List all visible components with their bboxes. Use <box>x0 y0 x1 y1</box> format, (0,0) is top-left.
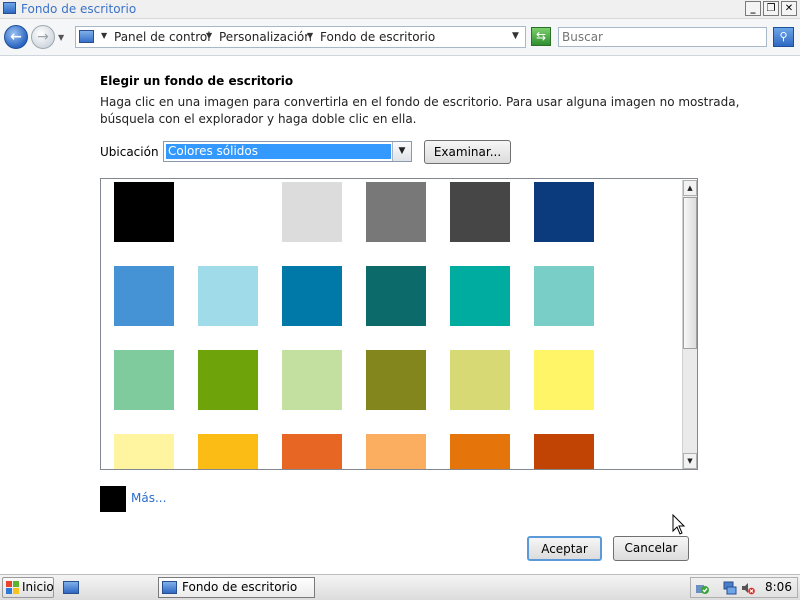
location-label: Ubicación <box>100 145 159 159</box>
taskbar-window-label: Fondo de escritorio <box>182 580 298 594</box>
color-swatch[interactable] <box>198 350 258 410</box>
network-icon[interactable] <box>723 581 737 595</box>
breadcrumb-item[interactable]: Fondo de escritorio <box>320 29 435 45</box>
color-swatch-list <box>100 178 698 470</box>
breadcrumb-arrow-icon[interactable]: ▼ <box>206 31 212 40</box>
mouse-cursor-icon <box>672 514 686 535</box>
control-panel-icon <box>79 30 94 43</box>
breadcrumb-item[interactable]: Panel de control <box>114 29 211 45</box>
breadcrumb[interactable]: ▼ Panel de control ▼ Personalización ▼ F… <box>75 26 526 48</box>
scroll-up-icon[interactable]: ▲ <box>683 180 697 196</box>
breadcrumb-arrow-icon[interactable]: ▼ <box>101 31 107 40</box>
color-swatch[interactable] <box>534 434 594 469</box>
security-shield-icon[interactable] <box>695 581 709 595</box>
accept-button[interactable]: Aceptar <box>527 536 602 561</box>
search-icon[interactable]: ⚲ <box>773 27 794 47</box>
location-selected-value: Colores sólidos <box>166 144 391 159</box>
breadcrumb-arrow-icon[interactable]: ▼ <box>307 31 313 40</box>
color-swatch[interactable] <box>450 182 510 242</box>
restore-button[interactable]: ❐ <box>763 1 779 16</box>
color-swatch[interactable] <box>114 266 174 326</box>
description-text: Haga clic en una imagen para convertirla… <box>100 95 740 109</box>
search-box[interactable] <box>558 27 770 47</box>
color-swatch[interactable] <box>198 434 258 469</box>
color-swatch[interactable] <box>282 350 342 410</box>
show-desktop-icon[interactable] <box>63 581 79 594</box>
close-button[interactable]: ✕ <box>781 1 797 16</box>
recent-pages-dropdown-icon[interactable]: ▼ <box>58 33 64 42</box>
taskbar: Inicio Fondo de escritorio 8:06 <box>0 574 800 600</box>
more-colors-link[interactable]: Más... <box>131 491 166 505</box>
back-button[interactable]: ← <box>4 25 28 49</box>
search-input[interactable] <box>559 28 770 46</box>
color-swatch[interactable] <box>366 350 426 410</box>
color-swatch[interactable] <box>198 182 258 242</box>
vertical-scrollbar[interactable]: ▲ ▼ <box>682 180 697 469</box>
color-swatch[interactable] <box>450 350 510 410</box>
window-icon <box>3 2 16 14</box>
refresh-button[interactable]: ⇆ <box>531 27 551 46</box>
scroll-down-icon[interactable]: ▼ <box>683 453 697 469</box>
color-swatch[interactable] <box>198 266 258 326</box>
page-title: Elegir un fondo de escritorio <box>100 74 294 88</box>
system-tray: 8:06 <box>690 577 798 598</box>
windows-logo-icon <box>6 581 19 594</box>
chevron-down-icon[interactable]: ▼ <box>392 142 411 161</box>
color-swatch[interactable] <box>114 182 174 242</box>
current-color-swatch[interactable] <box>100 486 126 512</box>
color-swatch[interactable] <box>282 434 342 469</box>
minimize-button[interactable]: _ <box>745 1 761 16</box>
location-select[interactable]: Colores sólidos ▼ <box>163 141 412 162</box>
scroll-thumb[interactable] <box>683 197 697 349</box>
start-label: Inicio <box>22 580 54 594</box>
color-swatch[interactable] <box>366 266 426 326</box>
start-button[interactable]: Inicio <box>2 577 54 598</box>
window-title: Fondo de escritorio <box>21 2 137 16</box>
color-swatch[interactable] <box>282 182 342 242</box>
color-swatch[interactable] <box>282 266 342 326</box>
color-swatch[interactable] <box>534 182 594 242</box>
forward-button[interactable]: → <box>31 25 55 49</box>
color-swatch[interactable] <box>450 266 510 326</box>
breadcrumb-item[interactable]: Personalización <box>219 29 312 45</box>
color-swatch[interactable] <box>450 434 510 469</box>
color-swatch[interactable] <box>534 350 594 410</box>
window-icon <box>162 581 177 594</box>
title-bar: Fondo de escritorio _ ❐ ✕ <box>0 0 800 19</box>
color-swatch[interactable] <box>534 266 594 326</box>
color-swatch[interactable] <box>366 434 426 469</box>
address-dropdown-icon[interactable]: ▼ <box>512 31 519 41</box>
color-swatch[interactable] <box>366 182 426 242</box>
color-swatch[interactable] <box>114 350 174 410</box>
clock[interactable]: 8:06 <box>765 580 792 595</box>
color-swatch[interactable] <box>114 434 174 469</box>
taskbar-window-button[interactable]: Fondo de escritorio <box>158 577 315 598</box>
browse-button[interactable]: Examinar... <box>424 140 511 164</box>
volume-muted-icon[interactable] <box>741 581 755 595</box>
description-text: búsquela con el explorador y haga doble … <box>100 112 417 126</box>
address-bar: ← → ▼ ▼ Panel de control ▼ Personalizaci… <box>0 19 800 56</box>
cancel-button[interactable]: Cancelar <box>613 536 689 561</box>
